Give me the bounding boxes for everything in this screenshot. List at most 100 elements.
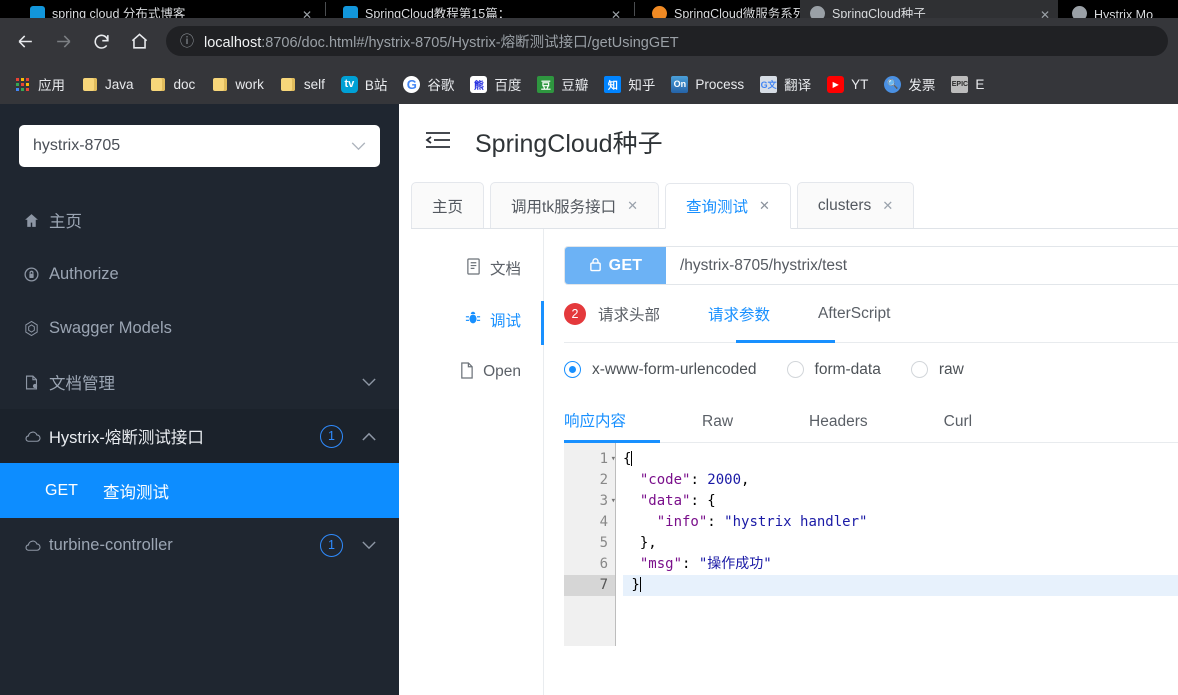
- browser-tab[interactable]: Hystrix Mo: [1062, 0, 1178, 18]
- bookmark-label: YT: [851, 76, 869, 92]
- google-icon: G: [403, 75, 421, 93]
- app-sidebar: hystrix-8705 主页 Authorize Swagger Models…: [0, 104, 399, 695]
- code-token: {: [623, 451, 632, 467]
- bookmark-apps[interactable]: 应用: [8, 70, 71, 98]
- request-tab-label: 请求参数: [708, 306, 771, 324]
- response-code-editor[interactable]: 1 ▾ 2 3 ▾ 4 5 6 7 { "code": 2000, "data": { "inf…: [564, 443, 1178, 646]
- bookmark-baidu[interactable]: 熊 百度: [464, 70, 527, 98]
- service-select[interactable]: hystrix-8705: [19, 125, 380, 167]
- sidebar-api-item-selected[interactable]: GET 查询测试: [0, 463, 399, 518]
- fold-toggle-icon[interactable]: ▾: [611, 449, 616, 470]
- address-bar[interactable]: ⓘ localhost:8706/doc.html#/hystrix-8705/…: [166, 26, 1168, 56]
- request-tab-headers[interactable]: 2 请求头部: [564, 285, 660, 342]
- inner-nav-item-debug[interactable]: 调试: [399, 294, 543, 346]
- bookmark-douban[interactable]: 豆 豆瓣: [531, 70, 594, 98]
- response-tab-label: Raw: [702, 413, 734, 430]
- douban-icon: 豆: [537, 75, 555, 93]
- code-token: :: [682, 556, 699, 572]
- bookmark-label: 百度: [494, 78, 522, 93]
- content-row: 文档 调试 Open GET /hystrix-8705/hystrix/tes…: [399, 229, 1178, 695]
- response-tab-content[interactable]: 响应内容: [564, 409, 626, 442]
- request-url-input[interactable]: /hystrix-8705/hystrix/test: [666, 247, 1178, 284]
- radio-x-www-form-urlencoded[interactable]: x-www-form-urlencoded: [564, 361, 757, 379]
- radio-raw[interactable]: raw: [910, 361, 964, 379]
- bookmark-bilibili[interactable]: tv B站: [335, 70, 394, 98]
- sidebar-item-home[interactable]: 主页: [0, 193, 399, 247]
- sidebar-item-doc-management[interactable]: 文档管理: [0, 355, 399, 409]
- close-icon[interactable]: ✕: [627, 198, 638, 214]
- bookmark-doc[interactable]: doc: [144, 72, 202, 97]
- collapse-menu-icon[interactable]: [425, 129, 461, 156]
- address-path: :8706/doc.html#/hystrix-8705/Hystrix-熔断测…: [261, 34, 679, 51]
- bookmark-label: 豆瓣: [561, 78, 589, 93]
- close-icon[interactable]: ✕: [302, 8, 312, 18]
- bookmark-fapiao[interactable]: 🔍 发票: [878, 70, 941, 98]
- browser-tab[interactable]: spring cloud 分布式博客 ✕: [20, 0, 320, 18]
- bookmark-process[interactable]: On Process: [665, 72, 750, 97]
- inner-nav-item-doc[interactable]: 文档: [399, 242, 543, 294]
- bookmark-work[interactable]: work: [205, 72, 270, 97]
- fold-toggle-icon[interactable]: ▾: [611, 491, 616, 512]
- request-url-row: GET /hystrix-8705/hystrix/test: [564, 246, 1178, 285]
- close-icon[interactable]: ✕: [882, 198, 893, 214]
- inner-nav-item-open[interactable]: Open: [399, 346, 543, 398]
- tab-query-test[interactable]: 查询测试 ✕: [664, 183, 791, 229]
- bookmark-java[interactable]: Java: [75, 72, 140, 97]
- response-tab-label: 响应内容: [564, 413, 627, 430]
- sidebar-item-label: Authorize: [49, 264, 119, 283]
- bookmark-google[interactable]: G 谷歌: [397, 70, 460, 98]
- sidebar-item-authorize[interactable]: Authorize: [0, 247, 399, 301]
- back-button[interactable]: [10, 26, 40, 56]
- bilibili-icon: [343, 6, 358, 18]
- page-info-icon[interactable]: ⓘ: [180, 31, 194, 51]
- tab-home[interactable]: 主页: [411, 182, 485, 228]
- home-button[interactable]: [124, 26, 154, 56]
- zhihu-icon: 知: [604, 75, 622, 93]
- bookmark-epic[interactable]: EPIC E: [945, 72, 990, 97]
- bookmark-translate[interactable]: G文 翻译: [754, 70, 817, 98]
- code-line: "data": {: [623, 491, 1178, 512]
- inner-nav-label: 文档: [489, 261, 521, 278]
- browser-tab[interactable]: SpringCloud教程第15篇： ✕: [333, 0, 629, 18]
- tab-clusters[interactable]: clusters ✕: [796, 182, 915, 228]
- request-panel: GET /hystrix-8705/hystrix/test 2 请求头部 请求…: [544, 229, 1178, 695]
- code-token: :: [690, 472, 708, 488]
- tab-tk-service[interactable]: 调用tk服务接口 ✕: [490, 182, 659, 228]
- request-tab-params[interactable]: 请求参数: [708, 285, 770, 342]
- bookmark-label: doc: [173, 76, 196, 92]
- code-token: }: [623, 577, 640, 593]
- code-line-number: 7: [564, 575, 615, 596]
- response-tab-raw[interactable]: Raw: [702, 413, 733, 442]
- forward-button[interactable]: [48, 26, 78, 56]
- bookmark-zhihu[interactable]: 知 知乎: [598, 70, 661, 98]
- close-icon[interactable]: ✕: [759, 198, 770, 214]
- bookmark-youtube[interactable]: ▶ YT: [821, 72, 874, 97]
- chevron-down-icon[interactable]: [362, 375, 376, 390]
- chevron-down-icon[interactable]: [362, 538, 376, 553]
- sidebar-item-swagger-models[interactable]: Swagger Models: [0, 301, 399, 355]
- sidebar-item-hystrix-group[interactable]: Hystrix-熔断测试接口 1: [0, 409, 399, 463]
- radio-dot: [786, 361, 804, 378]
- sidebar-item-turbine-controller[interactable]: turbine-controller 1: [0, 518, 399, 572]
- response-tab-headers[interactable]: Headers: [809, 413, 868, 442]
- close-icon[interactable]: ✕: [611, 8, 621, 18]
- radio-dot: [910, 361, 928, 378]
- lock-icon: [589, 257, 602, 275]
- bookmark-self[interactable]: self: [274, 72, 331, 97]
- close-icon[interactable]: ✕: [1040, 8, 1050, 18]
- browser-tab-active[interactable]: SpringCloud种子 ✕: [800, 0, 1058, 18]
- request-tab-afterscript[interactable]: AfterScript: [818, 285, 890, 342]
- code-token: :: [707, 514, 725, 530]
- document-tabs: 主页 调用tk服务接口 ✕ 查询测试 ✕ clusters ✕: [411, 180, 1178, 229]
- reload-button[interactable]: [86, 26, 116, 56]
- code-lines[interactable]: { "code": 2000, "data": { "info": "hystr…: [616, 443, 1178, 646]
- response-tab-curl[interactable]: Curl: [944, 413, 972, 442]
- folder-icon: [81, 76, 98, 93]
- radio-form-data[interactable]: form-data: [786, 361, 881, 379]
- code-line: "code": 2000,: [623, 470, 1178, 491]
- browser-toolbar: ⓘ localhost:8706/doc.html#/hystrix-8705/…: [0, 18, 1178, 64]
- chevron-up-icon[interactable]: [362, 429, 376, 444]
- bookmark-label: 谷歌: [427, 78, 455, 93]
- bookmarks-bar: 应用 Java doc work self tv B站 G 谷歌 熊 百度 豆 …: [0, 64, 1178, 104]
